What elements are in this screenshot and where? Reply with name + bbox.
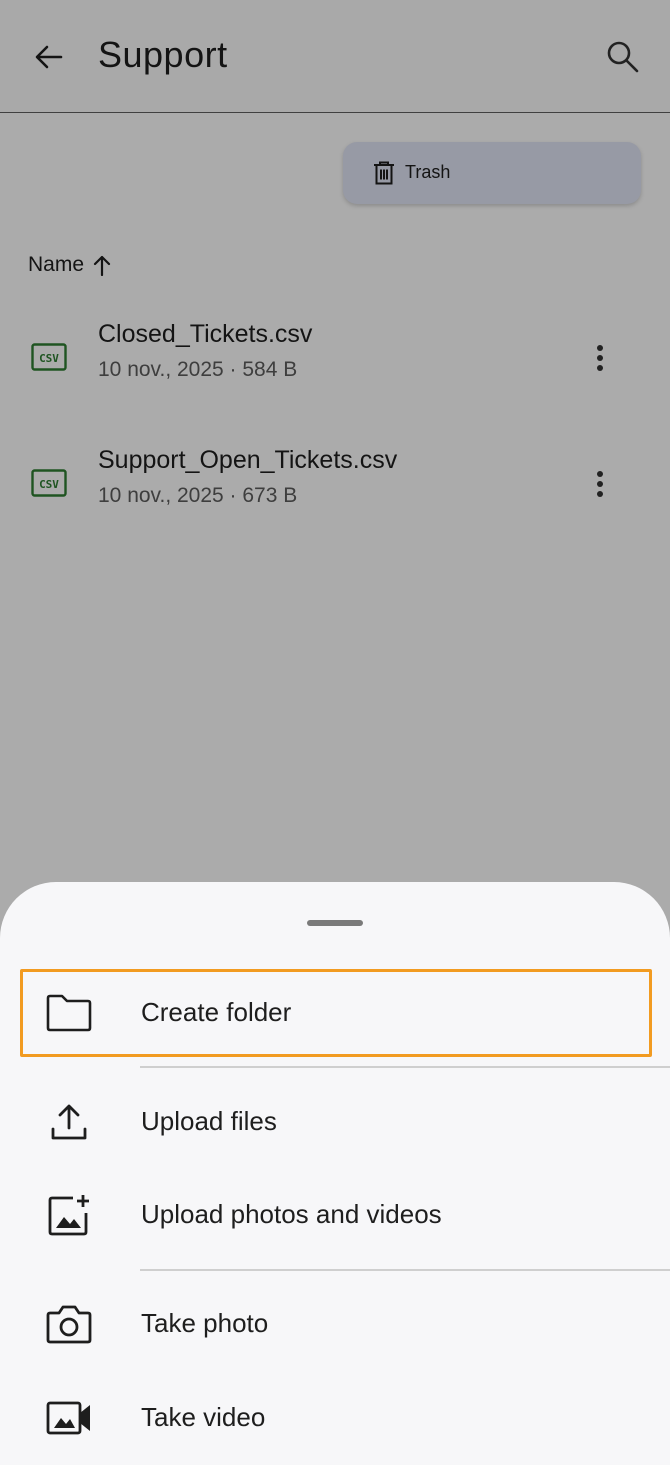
drag-handle[interactable] [307,920,363,926]
video-camera-icon [46,1396,92,1440]
upload-files-label: Upload files [141,1106,277,1136]
take-photo-label: Take photo [141,1308,269,1338]
take-video-label: Take video [141,1402,266,1432]
divider [140,1269,670,1271]
take-video-option[interactable]: Take video [0,1373,670,1463]
upload-icon [46,1100,92,1144]
divider [140,1066,670,1068]
upload-photos-videos-label: Upload photos and videos [141,1199,442,1229]
upload-files-option[interactable]: Upload files [0,1077,670,1167]
bottom-sheet: Create folder Upload files Upload photos… [0,882,670,1465]
camera-icon [46,1302,92,1346]
add-photo-icon [46,1193,92,1237]
upload-photos-videos-option[interactable]: Upload photos and videos [0,1170,670,1260]
files-screen: Support Trash Name CSV Closed_Tickets.cs… [0,0,670,1465]
selection-highlight [20,969,652,1057]
take-photo-option[interactable]: Take photo [0,1279,670,1369]
